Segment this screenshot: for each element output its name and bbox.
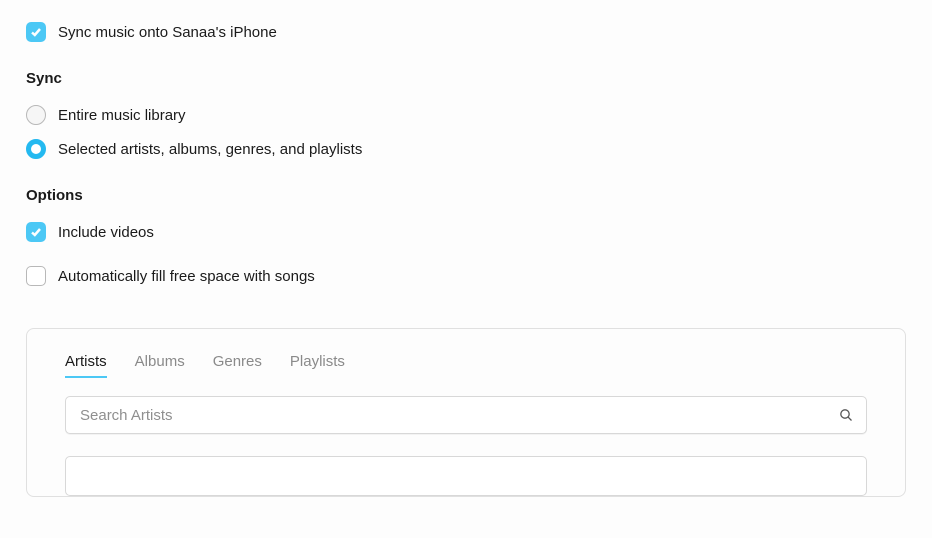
tab-artists[interactable]: Artists xyxy=(65,353,107,378)
include-videos-label: Include videos xyxy=(58,224,154,241)
autofill-label: Automatically fill free space with songs xyxy=(58,268,315,285)
sync-option-selected-row: Selected artists, albums, genres, and pl… xyxy=(26,139,906,159)
autofill-checkbox[interactable] xyxy=(26,266,46,286)
radio-entire-library[interactable] xyxy=(26,105,46,125)
search-wrap xyxy=(65,396,867,434)
tab-albums[interactable]: Albums xyxy=(135,353,185,378)
option-include-videos-row: Include videos xyxy=(26,222,906,242)
tab-playlists[interactable]: Playlists xyxy=(290,353,345,378)
radio-selected-items[interactable] xyxy=(26,139,46,159)
search-input[interactable] xyxy=(65,396,867,434)
sync-option-entire-row: Entire music library xyxy=(26,105,906,125)
sync-music-label: Sync music onto Sanaa's iPhone xyxy=(58,24,277,41)
options-section-title: Options xyxy=(26,187,906,204)
check-icon xyxy=(30,26,42,38)
include-videos-checkbox[interactable] xyxy=(26,222,46,242)
selection-panel: Artists Albums Genres Playlists xyxy=(26,328,906,497)
tab-genres[interactable]: Genres xyxy=(213,353,262,378)
sync-music-checkbox[interactable] xyxy=(26,22,46,42)
tabs-bar: Artists Albums Genres Playlists xyxy=(65,353,867,378)
sync-music-row: Sync music onto Sanaa's iPhone xyxy=(26,22,906,42)
radio-entire-label: Entire music library xyxy=(58,107,186,124)
option-autofill-row: Automatically fill free space with songs xyxy=(26,266,906,286)
results-list[interactable] xyxy=(65,456,867,496)
check-icon xyxy=(30,226,42,238)
radio-selected-label: Selected artists, albums, genres, and pl… xyxy=(58,141,362,158)
sync-section-title: Sync xyxy=(26,70,906,87)
